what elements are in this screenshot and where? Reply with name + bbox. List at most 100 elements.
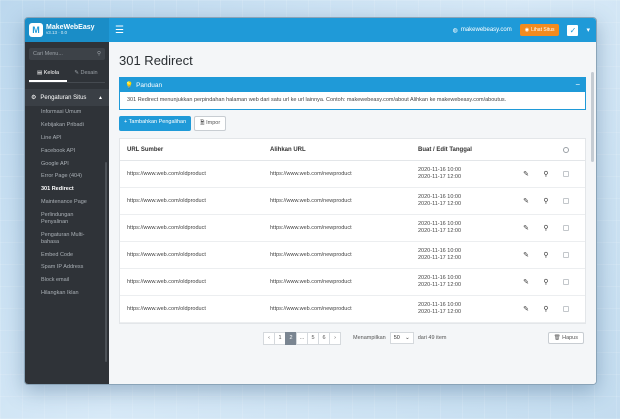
cell-created: 2020-11-16 10:00 [418, 166, 462, 173]
col-target: Alihkan URL [270, 146, 306, 153]
edit-icon[interactable]: ✎ [516, 251, 536, 259]
sidebar-item[interactable]: Error Page (404) [25, 170, 109, 183]
search-icon[interactable]: ⚲ [536, 251, 556, 259]
tab-design[interactable]: ✎ Desain [67, 66, 105, 82]
row-checkbox[interactable] [563, 198, 569, 205]
browser-window: M MakeWebEasy v3.13 ∙ 0.0 ☰ ◍ makewebeas… [24, 17, 597, 385]
table-row: https://www.web.com/oldproduct https://w… [120, 242, 585, 270]
search-icon[interactable]: ⚲ [536, 305, 556, 313]
pagination-bar: ‹ 1 2 ... 5 6 › Menampilkan 50 ⌄ dari 49… [119, 330, 586, 346]
trash-icon: 🗑 [553, 335, 561, 342]
sidebar-group-site-settings[interactable]: ⚙ Pengaturan Situs ▲ [25, 89, 109, 106]
brand[interactable]: M MakeWebEasy v3.13 ∙ 0.0 [25, 18, 109, 42]
sidebar-item[interactable]: Block email [25, 274, 109, 287]
cell-created: 2020-11-16 10:00 [418, 301, 462, 308]
table-row: https://www.web.com/oldproduct https://w… [120, 215, 585, 243]
row-checkbox[interactable] [563, 306, 569, 313]
delete-button[interactable]: 🗑 Hapus [547, 332, 584, 345]
logo-icon: M [29, 23, 43, 37]
cell-edited: 2020-11-17 12:00 [418, 228, 462, 235]
sidebar-item[interactable]: Perlindungan Penyalinan [25, 209, 109, 229]
cell-source: https://www.web.com/oldproduct [127, 171, 206, 178]
per-page-select[interactable]: 50 ⌄ [389, 332, 414, 345]
row-checkbox[interactable] [563, 171, 569, 178]
sidebar-item[interactable]: Maintenance Page [25, 196, 109, 209]
delete-label: Hapus [562, 335, 578, 342]
search-icon[interactable]: ⚲ [536, 170, 556, 178]
globe-icon: ◍ [452, 27, 458, 34]
sidebar-item[interactable]: Pengaturan Multi-bahasa [25, 229, 109, 249]
table-row: https://www.web.com/oldproduct https://w… [120, 188, 585, 216]
col-date: Buat / Edit Tanggal [418, 146, 472, 153]
brand-version: v3.13 ∙ 0.0 [46, 30, 68, 36]
cell-target: https://www.web.com/newproduct [270, 225, 352, 232]
cell-created: 2020-11-16 10:00 [418, 247, 462, 254]
show-label: Menampilkan [353, 335, 386, 342]
file-icon: 🗎 [200, 120, 205, 127]
lightbulb-icon: 💡 [125, 82, 134, 89]
select-all-checkbox[interactable] [563, 146, 569, 153]
next-page-button[interactable]: › [329, 331, 341, 345]
row-checkbox[interactable] [563, 279, 569, 286]
table-row: https://www.web.com/oldproduct https://w… [120, 161, 585, 189]
row-checkbox[interactable] [563, 225, 569, 232]
cell-created: 2020-11-16 10:00 [418, 193, 462, 200]
sidebar-items: Informasi Umum Kebijakan Pribadi Line AP… [25, 106, 109, 300]
cell-target: https://www.web.com/newproduct [270, 279, 352, 286]
search-icon[interactable]: ⚲ [536, 224, 556, 232]
chevron-down-icon: ⌄ [405, 335, 410, 342]
cell-edited: 2020-11-17 12:00 [418, 309, 462, 316]
edit-icon[interactable]: ✎ [516, 305, 536, 313]
sidebar-item[interactable]: Facebook API [25, 145, 109, 158]
edit-icon[interactable]: ✎ [516, 197, 536, 205]
menu-toggle-icon[interactable]: ☰ [115, 25, 124, 36]
sidebar-item[interactable]: Embed Code [25, 249, 109, 262]
table-row: https://www.web.com/oldproduct https://w… [120, 296, 585, 324]
sidebar-item[interactable]: Spam IP Address [25, 261, 109, 274]
topbar: M MakeWebEasy v3.13 ∙ 0.0 ☰ ◍ makewebeas… [25, 18, 596, 42]
search-icon[interactable]: ⚲ [536, 278, 556, 286]
table-header: URL Sumber Alihkan URL Buat / Edit Tangg… [120, 139, 585, 162]
pagination: ‹ 1 2 ... 5 6 › [263, 331, 341, 345]
view-site-button[interactable]: ◉ Lihat Situs [519, 24, 560, 36]
cell-source: https://www.web.com/oldproduct [127, 198, 206, 205]
main-scrollbar[interactable] [591, 72, 594, 162]
site-domain: makewebeasy.com [460, 27, 512, 33]
cell-target: https://www.web.com/newproduct [270, 198, 352, 205]
cell-target: https://www.web.com/newproduct [270, 306, 352, 313]
sidebar-item[interactable]: Informasi Umum [25, 106, 109, 119]
guide-text: 301 Redirect menunjukkan perpindahan hal… [127, 97, 507, 103]
chevron-up-icon: ▲ [98, 94, 103, 101]
collapse-icon[interactable]: − [575, 81, 580, 89]
sidebar-item[interactable]: Line API [25, 132, 109, 145]
sidebar-item[interactable]: Google API [25, 158, 109, 171]
sidebar: Cari Menu... ⚲ ▤ Kelola ✎ Desain ⚙ Penga… [25, 42, 109, 384]
edit-icon[interactable]: ✎ [516, 278, 536, 286]
edit-icon[interactable]: ✎ [516, 224, 536, 232]
col-source: URL Sumber [127, 146, 164, 153]
sidebar-item[interactable]: Kebijakan Pribadi [25, 119, 109, 132]
search-icon[interactable]: ⚲ [536, 197, 556, 205]
cell-edited: 2020-11-17 12:00 [418, 201, 462, 208]
import-label: Impor [206, 120, 221, 127]
tab-manage[interactable]: ▤ Kelola [29, 66, 67, 82]
sidebar-item-active[interactable]: 301 Redirect [25, 183, 109, 196]
site-link[interactable]: ◍ makewebeasy.com [453, 27, 512, 34]
sidebar-item[interactable]: Hilangkan Iklan [25, 287, 109, 300]
caret-down-icon[interactable]: ▾ [586, 26, 590, 34]
main-content: 301 Redirect 💡 Panduan − 301 Redirect me… [109, 42, 596, 384]
eye-icon: ◉ [524, 27, 530, 33]
guide-header[interactable]: 💡 Panduan − [120, 78, 585, 92]
sidebar-search-input[interactable]: Cari Menu... ⚲ [29, 48, 105, 60]
import-button[interactable]: 🗎 Impor [194, 116, 227, 132]
add-redirect-button[interactable]: + Tambahkan Pengalihan [119, 116, 192, 132]
cell-source: https://www.web.com/oldproduct [127, 225, 206, 232]
search-icon: ⚲ [96, 51, 101, 57]
cell-source: https://www.web.com/oldproduct [127, 306, 206, 313]
cell-target: https://www.web.com/newproduct [270, 171, 352, 178]
cell-created: 2020-11-16 10:00 [418, 274, 462, 281]
sidebar-scrollbar[interactable] [105, 162, 107, 362]
edit-icon[interactable]: ✎ [516, 170, 536, 178]
row-checkbox[interactable] [563, 252, 569, 259]
check-square-icon[interactable]: ✓ [567, 24, 579, 36]
